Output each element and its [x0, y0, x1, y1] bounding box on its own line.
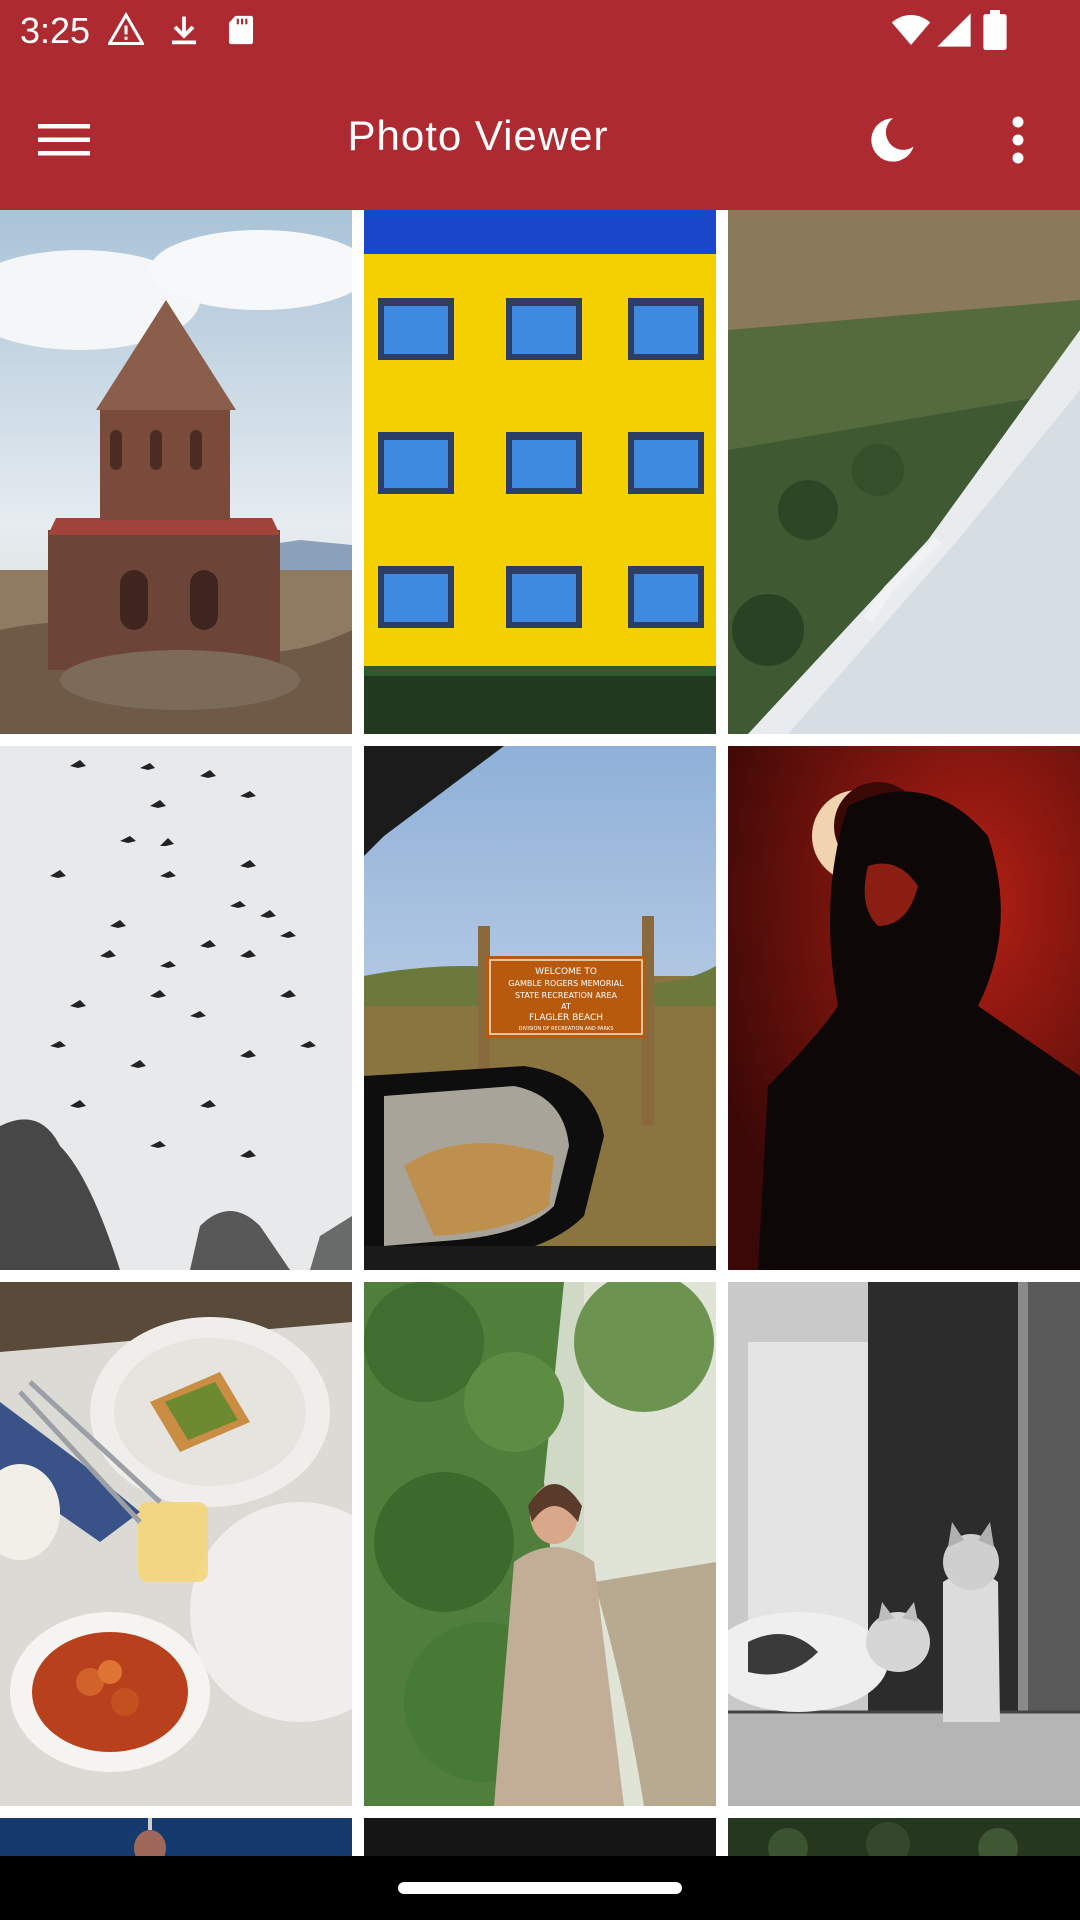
- photo-tile-forest-tops[interactable]: [728, 1818, 1080, 1856]
- photo-woman-coat-image: [364, 1282, 716, 1806]
- photo-forest-river-image: [728, 210, 1080, 734]
- photo-tile-yellow-building[interactable]: [364, 210, 716, 734]
- photo-park-sign-image: WELCOME TO GAMBLE ROGERS MEMORIAL STATE …: [364, 746, 716, 1270]
- photo-forest-tops-image: [728, 1818, 1080, 1856]
- download-icon: [166, 12, 202, 52]
- photo-tile-red-silhouette[interactable]: [728, 746, 1080, 1270]
- navigation-bar: [0, 1856, 1080, 1920]
- photo-cats-image: [728, 1282, 1080, 1806]
- photo-tile-breakfast[interactable]: [0, 1282, 352, 1806]
- alert-icon: [106, 12, 146, 52]
- sign-line-1: WELCOME TO: [535, 967, 597, 977]
- sign-line-4: AT: [561, 1002, 571, 1011]
- photo-grid: WELCOME TO GAMBLE ROGERS MEMORIAL STATE …: [0, 210, 1080, 1856]
- app-title: Photo Viewer: [347, 112, 609, 159]
- photo-tile-dome[interactable]: [0, 1818, 352, 1856]
- photo-dark-image: [364, 1818, 716, 1856]
- signal-icon: [934, 10, 974, 54]
- home-gesture-handle[interactable]: [398, 1882, 682, 1894]
- photo-yellow-building-image: [364, 210, 716, 734]
- sign-line-3: STATE RECREATION AREA: [515, 991, 618, 1000]
- status-time: 3:25: [20, 10, 91, 51]
- battery-icon: [982, 10, 1008, 54]
- photo-tile-cats[interactable]: [728, 1282, 1080, 1806]
- photo-tile-birds[interactable]: [0, 746, 352, 1270]
- photo-dome-image: [0, 1818, 352, 1856]
- sign-line-5: FLAGLER BEACH: [529, 1013, 603, 1023]
- sign-line-6: DIVISION OF RECREATION AND PARKS: [519, 1026, 614, 1032]
- photo-breakfast-image: [0, 1282, 352, 1806]
- sign-line-2: GAMBLE ROGERS MEMORIAL: [508, 979, 624, 988]
- photo-tile-dark[interactable]: [364, 1818, 716, 1856]
- photo-tile-park-sign[interactable]: WELCOME TO GAMBLE ROGERS MEMORIAL STATE …: [364, 746, 716, 1270]
- photo-red-silhouette-image: [728, 746, 1080, 1270]
- app-bar: Photo Viewer: [0, 64, 1080, 210]
- photo-church-image: [0, 210, 352, 734]
- photo-birds-image: [0, 746, 352, 1270]
- sd-card-icon: [224, 12, 258, 52]
- photo-tile-church[interactable]: [0, 210, 352, 734]
- photo-tile-forest-river[interactable]: [728, 210, 1080, 734]
- more-vert-icon[interactable]: [982, 104, 1054, 176]
- photo-tile-woman-coat[interactable]: [364, 1282, 716, 1806]
- status-bar: 3:25: [0, 0, 1080, 64]
- wifi-icon: [890, 10, 932, 54]
- moon-icon[interactable]: [856, 104, 928, 176]
